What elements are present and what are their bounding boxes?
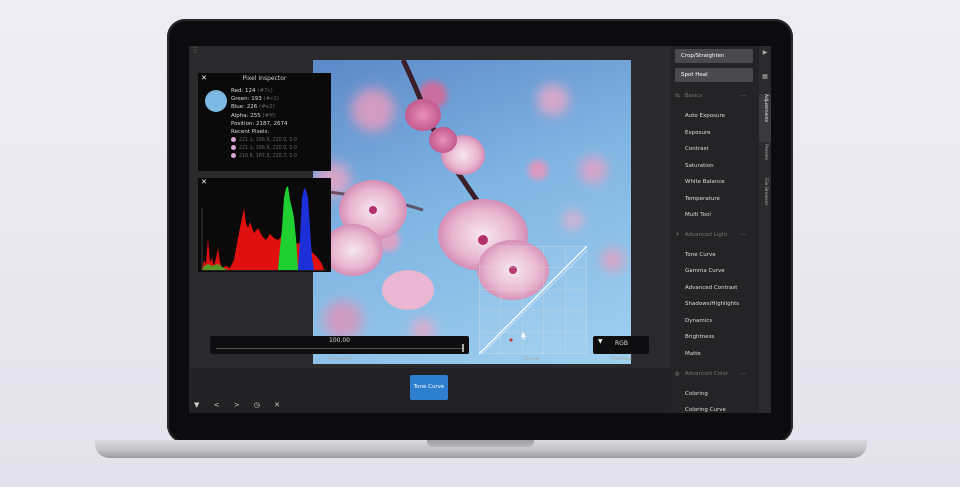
panel-item-contrast[interactable]: Contrast — [685, 146, 709, 152]
close-icon[interactable]: ✕ — [201, 178, 207, 186]
pixel-dot-icon — [231, 145, 236, 150]
panel-item-exposure[interactable]: Exposure — [685, 130, 710, 136]
tab-label: Presets — [763, 144, 768, 161]
palette-icon: ◍ — [675, 371, 680, 377]
panel-item-advanced-contrast[interactable]: Advanced Contrast — [685, 285, 737, 291]
section-title: Advanced Color — [684, 371, 729, 377]
red-hex: (#7c) — [257, 88, 273, 94]
panel-item-saturation[interactable]: Saturation — [685, 163, 714, 169]
sun-icon: ☀ — [675, 232, 680, 238]
pixel-inspector-panel: ✕ Pixel Inspector Red: 124 (#7c) Green: … — [198, 73, 331, 171]
green-hex: (#c1) — [263, 96, 279, 103]
recent-pixel-row: 221.1, 166.6, 220.0, 0.0 — [231, 145, 297, 153]
panel-item-coloring-curve[interactable]: Coloring Curve — [685, 407, 726, 413]
method-dropdown[interactable]: ▼ RGB — [593, 336, 649, 354]
slider-track[interactable] — [216, 348, 463, 349]
sliders-icon: ⇆ — [675, 93, 680, 99]
chevron-down-icon: ▼ — [598, 338, 603, 345]
panel-item-multi-tool[interactable]: Multi Tool — [685, 212, 711, 218]
red-value: Red: 124 — [231, 88, 256, 94]
collapse-icon[interactable]: — — [741, 232, 747, 238]
app-screen: ⠿ ✕ Pixel Inspector Red: 124 (#7c) Green… — [189, 46, 771, 413]
pixel-dot-icon — [231, 153, 236, 158]
panel-item-coloring[interactable]: Coloring — [685, 391, 708, 397]
blue-value: Blue: 226 — [231, 104, 258, 111]
tab-label: Adjustments — [763, 94, 768, 123]
section-advanced-light[interactable]: ☀ Advanced Light — — [675, 232, 747, 238]
vertical-tabs: ▶ ▦ Adjustments Presets File Browser — [759, 46, 771, 413]
panel-item-dynamics[interactable]: Dynamics — [685, 318, 712, 324]
histogram-graph — [201, 186, 326, 271]
panel-item-brightness[interactable]: Brightness — [685, 334, 714, 340]
photo-canvas[interactable] — [313, 60, 631, 364]
section-advanced-color[interactable]: ◍ Advanced Color — — [675, 371, 747, 377]
recent-pixel-value: 221.1, 166.6, 220.0, 0.0 — [239, 138, 297, 143]
blue-hex: (#e2) — [259, 104, 275, 111]
panel-item-matte[interactable]: Matte — [685, 351, 701, 357]
alpha-hex: (#ff) — [262, 112, 276, 119]
color-swatch — [205, 90, 227, 112]
panel-item-tone-curve[interactable]: Tone Curve — [685, 252, 716, 258]
method-label: Method — [611, 356, 632, 362]
amount-label: Amount — [329, 356, 351, 362]
green-value: Green: 193 — [231, 96, 262, 103]
recent-pixels-title: Recent Pixels: — [231, 129, 270, 136]
tab-presets[interactable]: Presets — [759, 144, 771, 172]
section-title: Advanced Light — [684, 232, 728, 238]
section-title: Basics — [684, 93, 703, 99]
canvas-area: ⠿ ✕ Pixel Inspector Red: 124 (#7c) Green… — [189, 46, 671, 368]
tab-label: File Browser — [763, 178, 768, 206]
collapse-icon[interactable]: — — [741, 93, 747, 99]
panel-item-white-balance[interactable]: White Balance — [685, 179, 725, 185]
amount-slider[interactable]: 100.00 — [210, 336, 469, 354]
tab-file-browser[interactable]: File Browser — [759, 178, 771, 216]
tab-adjustments[interactable]: Adjustments — [759, 94, 771, 142]
bottom-tools[interactable]: ▼ < > ◷ ✕ — [194, 401, 286, 409]
panel-item-shadows-highlights[interactable]: Shadows/Highlights — [685, 301, 739, 307]
collapse-icon[interactable]: — — [741, 371, 747, 377]
recent-pixel-row: 216.8, 167.8, 220.7, 0.0 — [231, 153, 297, 161]
section-basics[interactable]: ⇆ Basics — — [675, 93, 747, 99]
slider-thumb[interactable] — [462, 344, 464, 352]
grid-icon[interactable]: ▦ — [759, 73, 771, 80]
recent-pixel-value: 216.8, 167.8, 220.7, 0.0 — [239, 154, 297, 159]
curve-label: Curve — [523, 356, 540, 362]
amount-value: 100.00 — [329, 337, 350, 344]
tone-curve-widget[interactable] — [479, 246, 587, 354]
position-value: Position: 2187, 2674 — [231, 120, 288, 127]
pixel-dot-icon — [231, 137, 236, 142]
method-value: RGB — [615, 340, 628, 347]
panel-item-auto-exposure[interactable]: Auto Exposure — [685, 113, 725, 119]
recent-pixel-value: 221.1, 166.6, 220.0, 0.0 — [239, 146, 297, 151]
collapse-panel-icon[interactable]: ▶ — [759, 49, 771, 56]
drag-handle[interactable]: ⠿ — [192, 46, 198, 55]
laptop-notch — [427, 440, 534, 447]
histogram-panel: ✕ — [198, 178, 331, 272]
tone-curve-button[interactable]: Tone Curve — [410, 375, 448, 400]
spot-heal-button[interactable]: Spot Heal — [675, 68, 753, 82]
recent-pixel-row: 221.1, 166.6, 220.0, 0.0 — [231, 137, 297, 145]
panel-item-gamma-curve[interactable]: Gamma Curve — [685, 268, 725, 274]
alpha-value: Alpha: 255 — [231, 112, 261, 119]
adjustments-panel: Crop/Straighten Spot Heal ⇆ Basics — Auto… — [671, 46, 759, 413]
crop-straighten-button[interactable]: Crop/Straighten — [675, 49, 753, 63]
panel-item-temperature[interactable]: Temperature — [685, 196, 720, 202]
pixel-values: Red: 124 (#7c) Green: 193 (#c1) Blue: 22… — [231, 87, 288, 136]
pixel-inspector-title: Pixel Inspector — [242, 75, 287, 82]
